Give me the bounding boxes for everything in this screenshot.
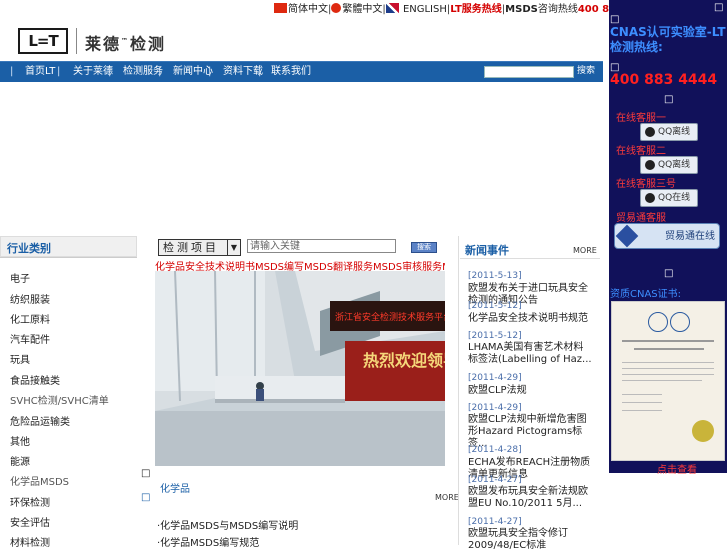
sidebar-bullet: □: [664, 94, 674, 105]
news-headline[interactable]: 欧盟玩具安全指令修订2009/48/EC标准: [468, 528, 593, 552]
category-item[interactable]: 环保检测: [10, 494, 50, 509]
close-icon[interactable]: □: [714, 2, 723, 13]
nav-divider: |: [258, 66, 262, 77]
category-item[interactable]: 化工原料: [10, 311, 50, 326]
news-date: [2011-5-12]: [468, 331, 522, 341]
nav-search-button[interactable]: 搜索: [576, 65, 596, 78]
nav-divider: |: [108, 66, 112, 77]
nav-divider: |: [10, 66, 14, 77]
nav-divider: |: [57, 66, 61, 77]
category-item[interactable]: 化学品MSDS: [10, 473, 69, 488]
keyword-input[interactable]: 请输入关键: [247, 239, 396, 253]
category-item[interactable]: 危险品运输类: [10, 413, 70, 428]
news-more-link[interactable]: MORE: [573, 246, 597, 255]
cert-title[interactable]: 资质CNAS证书:: [610, 285, 681, 300]
news-date: [2011-5-12]: [468, 301, 522, 311]
sidebar-bullet: □: [610, 14, 620, 25]
top-links: 简体中文|繁體中文| ENGLISH|LT服务热线|MSDS咨询热线400 88…: [274, 2, 654, 18]
scrolling-marquee[interactable]: 化学品安全技术说明书MSDS编写MSDS翻译服务MSDS审核服务MSDS编写服务…: [155, 258, 445, 271]
china-flag-icon: [274, 3, 287, 13]
lobby-photo-drawing: 热烈欢迎领导专家莅临指导 浙江省安全检测技术服务平台欢迎: [155, 271, 445, 466]
nav-item-home[interactable]: 首页LT: [25, 62, 55, 82]
service-label: 在线客服二: [616, 146, 666, 157]
nav-item-downloads[interactable]: 资料下载: [223, 62, 263, 82]
penguin-icon: [645, 160, 655, 170]
main-nav: | 首页LT | 关于莱德 | 检测服务 | 新闻中心 | 资料下载 | 联系我…: [0, 61, 603, 82]
category-select[interactable]: 检测项目 ▼: [158, 239, 241, 256]
search-button[interactable]: 搜索: [411, 242, 437, 253]
msds-link[interactable]: ·化学品MSDS与MSDS编写说明: [157, 517, 298, 532]
nav-item-services[interactable]: 检测服务: [123, 62, 163, 82]
news-headline[interactable]: 化学品安全技术说明书规范: [468, 313, 593, 325]
service-link[interactable]: 服务热线: [462, 4, 502, 15]
category-item[interactable]: 玩具: [10, 351, 30, 366]
news-headline[interactable]: 欧盟发布玩具安全新法规欧盟EU No.10/2011 5月...: [468, 486, 593, 510]
cnas-logo-icon: [670, 312, 690, 332]
lobby-photo: 热烈欢迎领导专家莅临指导 浙江省安全检测技术服务平台欢迎: [155, 271, 445, 466]
qq-button[interactable]: QQ离线: [640, 123, 698, 141]
qq-button[interactable]: QQ在线: [640, 189, 698, 207]
bullet-marker: □: [141, 492, 151, 503]
lobby-banner-text: 热烈欢迎领导专家莅临指导: [363, 351, 445, 370]
sidebar-phone: 400 883 4444: [610, 72, 718, 88]
category-item[interactable]: 材料检测: [10, 534, 50, 549]
category-item[interactable]: 汽车配件: [10, 331, 50, 346]
service-label: 贸易通客服: [616, 213, 666, 224]
news-headline[interactable]: LHAMA美国有害艺术材料标签法(Labelling of Haz...: [468, 342, 593, 366]
logo-divider: [76, 28, 77, 54]
trade-diamond-icon: [615, 224, 639, 248]
news-date: [2011-4-27]: [468, 475, 522, 485]
category-item[interactable]: 其他: [10, 433, 30, 448]
category-header: 行业类别: [0, 236, 137, 257]
cnas-certificate-image[interactable]: [611, 301, 725, 461]
category-item[interactable]: 安全评估: [10, 514, 50, 529]
logo-name: 莱德™检测: [85, 34, 167, 54]
nav-divider: |: [208, 66, 212, 77]
category-item[interactable]: 纺织服装: [10, 291, 50, 306]
simplified-chinese-link[interactable]: 简体中文: [288, 4, 328, 15]
msds-link[interactable]: MSDS: [505, 4, 538, 15]
notice-tab[interactable]: 化学品: [160, 480, 190, 495]
service-label: 在线客服一: [616, 113, 666, 124]
hongkong-flag-icon: [331, 3, 342, 13]
uk-flag-icon: [385, 3, 399, 13]
sidebar-title[interactable]: CNAS认可实验室-LT检测热线:: [610, 25, 726, 55]
logo-mark: L=T: [18, 28, 68, 54]
traditional-chinese-link[interactable]: 繁體中文: [342, 4, 382, 15]
category-item[interactable]: 食品接触类: [10, 372, 60, 387]
category-item[interactable]: 电子: [10, 270, 30, 285]
english-link[interactable]: ENGLISH: [403, 4, 447, 15]
news-date: [2011-4-29]: [468, 403, 522, 413]
site-logo[interactable]: L=T 莱德™检测: [18, 28, 166, 54]
category-item[interactable]: 能源: [10, 453, 30, 468]
nav-search-input[interactable]: [484, 66, 574, 78]
news-headline[interactable]: 欧盟CLP法规: [468, 385, 593, 397]
led-screen-text: 浙江省安全检测技术服务平台欢迎: [335, 311, 445, 323]
trade-online-button[interactable]: 贸易通在线: [614, 223, 720, 249]
sidebar-bottom-link[interactable]: 点击查看: [657, 461, 697, 476]
qq-button[interactable]: QQ离线: [640, 156, 698, 174]
penguin-icon: [645, 127, 655, 137]
news-date: [2011-5-13]: [468, 271, 522, 281]
news-date: [2011-4-29]: [468, 373, 522, 383]
hotline-label: 咨询热线: [537, 4, 578, 15]
nav-divider: |: [158, 66, 162, 77]
sidebar-bullet: □: [664, 268, 674, 279]
news-date: [2011-4-27]: [468, 517, 522, 527]
chevron-down-icon: ▼: [227, 240, 240, 255]
penguin-icon: [645, 193, 655, 203]
lt-link[interactable]: LT: [450, 4, 462, 15]
cert-seal-icon: [692, 420, 714, 442]
news-date: [2011-4-28]: [468, 445, 522, 455]
ilac-logo-icon: [648, 312, 668, 332]
service-label: 在线客服三号: [616, 179, 676, 190]
nav-item-about[interactable]: 关于莱德: [73, 62, 113, 82]
category-item[interactable]: SVHC检测/SVHC清单: [10, 392, 109, 407]
nav-item-contact[interactable]: 联系我们: [271, 62, 311, 82]
column-divider: [458, 236, 459, 545]
nav-item-news[interactable]: 新闻中心: [173, 62, 213, 82]
notice-more-link[interactable]: MORE: [435, 493, 459, 502]
bullet-marker: □: [141, 468, 151, 479]
msds-link[interactable]: ·化学品MSDS编写规范: [157, 534, 259, 549]
